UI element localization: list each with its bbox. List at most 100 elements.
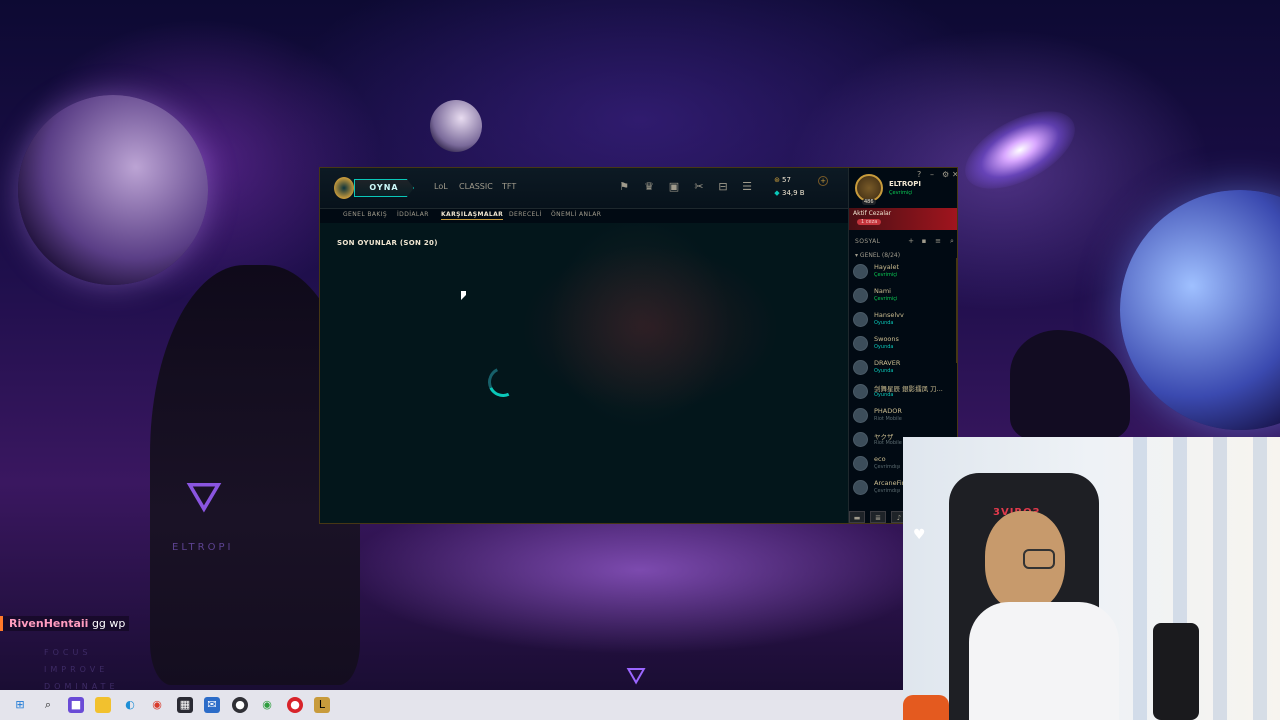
tab-overview[interactable]: GENEL BAKIŞ (343, 211, 387, 218)
galaxy-image (952, 95, 1088, 205)
friend-item[interactable]: Swoons Oyunda (853, 333, 957, 355)
edge-icon[interactable]: ◐ (122, 697, 138, 713)
riot-points-value: 57 (782, 176, 791, 184)
chest-icon[interactable]: ▣ (667, 180, 681, 194)
notes-icon[interactable]: ≣ (870, 511, 886, 523)
record-icon[interactable]: ● (287, 697, 303, 713)
friend-status: Riot Mobile (874, 416, 902, 422)
close-icon[interactable]: ✕ (952, 170, 957, 179)
crafting-icon[interactable]: ✂ (692, 180, 706, 194)
group-name: GENEL (8/24) (859, 252, 901, 259)
friend-name: Hayalet (874, 263, 900, 271)
loading-spinner-icon (483, 362, 523, 402)
chat-text: gg wp (91, 617, 126, 630)
friend-item[interactable]: Hanselvv Oyunda (853, 309, 957, 331)
friend-status: Çevrimdışı (874, 464, 901, 470)
tab-ranked[interactable]: DERECELİ (509, 211, 542, 218)
social-label: SOSYAL (855, 238, 881, 245)
scrollbar[interactable] (956, 258, 957, 363)
wallpaper-word: FOCUS (44, 648, 92, 657)
friend-status: Çevrimdışı (874, 488, 901, 494)
blue-essence-value: 34,9 B (782, 189, 805, 197)
league-logo-icon[interactable] (334, 177, 354, 199)
friend-avatar (853, 432, 868, 447)
friend-item[interactable]: PHADOR Riot Mobile (853, 405, 957, 427)
friend-avatar (853, 384, 868, 399)
chat-username: RivenHentaii (9, 617, 89, 630)
friend-item[interactable]: 剑舞星辰 銀影擂凤 刀... Oyunda (853, 381, 957, 403)
settings-icon[interactable]: ⚙ (942, 170, 949, 179)
profile-status[interactable]: Çevrimiçi (889, 190, 912, 196)
tab-highlights[interactable]: ÖNEMLİ ANLAR (551, 211, 601, 218)
taskbar: ⊞ ⌕ ■ ◐ ◉ ▦ ✉ ● ◉ ● L (0, 690, 903, 720)
avatar[interactable] (855, 174, 883, 202)
friend-status: Oyunda (874, 344, 894, 350)
nav-lol[interactable]: LoL (434, 182, 448, 191)
file-explorer-icon[interactable]: ■ (68, 697, 84, 713)
tab-match-history[interactable]: KARŞILAŞMALAR (441, 211, 504, 220)
collection-icon[interactable]: ⊟ (716, 180, 730, 194)
profile-name[interactable]: ELTROPI (889, 180, 921, 188)
minimize-icon[interactable]: – (930, 170, 934, 179)
webcam-overlay: 3VIROƧ ♥ (903, 437, 1280, 720)
map-icon[interactable]: ⚑ (617, 180, 631, 194)
fox-logo-icon: ⛛ (185, 472, 223, 523)
friend-avatar (853, 408, 868, 423)
friend-item[interactable]: Hayalet Çevrimiçi (853, 261, 957, 283)
add-folder-icon[interactable]: ▪ (919, 236, 929, 246)
microphone-image (1153, 623, 1199, 720)
wallpaper-word: DOMINATE (44, 682, 119, 690)
friend-item[interactable]: Nami Çevrimiçi (853, 285, 957, 307)
chrome-icon[interactable]: ◉ (149, 697, 165, 713)
folder-icon[interactable] (95, 697, 111, 713)
glasses-image (1023, 549, 1055, 569)
trophy-icon[interactable]: ♛ (642, 180, 656, 194)
store-icon[interactable]: ☰ (740, 180, 754, 194)
friend-avatar (853, 264, 868, 279)
friend-avatar (853, 480, 868, 495)
active-penalties-banner[interactable]: Aktif Cezalar 1 ceza (849, 208, 957, 230)
obs-icon[interactable]: ● (232, 697, 248, 713)
friend-status: Çevrimiçi (874, 296, 898, 302)
windows-start-icon[interactable]: ⊞ (12, 697, 28, 713)
friend-avatar (853, 288, 868, 303)
add-rp-button[interactable]: + (818, 176, 828, 186)
friend-avatar (853, 312, 868, 327)
mouse-cursor-icon (461, 291, 466, 300)
penalty-title: Aktif Cezalar (853, 210, 892, 217)
search-icon[interactable]: ⌕ (40, 697, 56, 713)
match-history-panel: SON OYUNLAR (SON 20) (320, 223, 848, 523)
friend-status: Oyunda (874, 368, 894, 374)
friend-name: Swoons (874, 335, 899, 343)
friend-name: Hanselvv (874, 311, 904, 319)
mail-icon[interactable]: ✉ (204, 697, 220, 713)
add-friend-icon[interactable]: + (906, 236, 916, 246)
league-client-window: OYNA LoL CLASSIC TFT ⚑ ♛ ▣ ✂ ⊟ ☰ ⊛ 57 ◆ 34… (319, 167, 958, 524)
help-icon[interactable]: ? (917, 170, 921, 179)
planet-right-image (1120, 190, 1280, 430)
league-client-icon[interactable]: L (314, 697, 330, 713)
wolf-silhouette-image (1010, 330, 1130, 440)
nav-classic[interactable]: CLASSIC (459, 182, 493, 191)
search-icon[interactable]: ⌕ (947, 236, 957, 246)
friend-avatar (853, 360, 868, 375)
moon-image (430, 100, 482, 152)
currency-panel[interactable]: ⊛ 57 ◆ 34,9 B + (772, 174, 832, 202)
tab-challenges[interactable]: İDDİALAR (397, 211, 429, 218)
friend-status: Çevrimiçi (874, 272, 898, 278)
list-view-icon[interactable]: ≡ (933, 236, 943, 246)
play-button[interactable]: OYNA (354, 179, 414, 197)
calculator-icon[interactable]: ▦ (177, 697, 193, 713)
friend-status: Riot Mobile (874, 440, 902, 446)
chat-message: RivenHentaii gg wp (0, 616, 130, 631)
friend-status: Oyunda (874, 392, 894, 398)
recent-games-title: SON OYUNLAR (SON 20) (337, 239, 438, 247)
blue-essence-icon: ◆ (774, 189, 780, 197)
friend-item[interactable]: DRAVER Oyunda (853, 357, 957, 379)
streamer-shirt-image (969, 602, 1119, 720)
chrome-alt-icon[interactable]: ◉ (259, 697, 275, 713)
nav-tft[interactable]: TFT (502, 182, 516, 191)
chat-icon[interactable]: ▬ (849, 511, 865, 523)
friend-group-label[interactable]: ▾ GENEL (8/24) (855, 252, 900, 259)
level-badge: 486 (862, 199, 876, 205)
